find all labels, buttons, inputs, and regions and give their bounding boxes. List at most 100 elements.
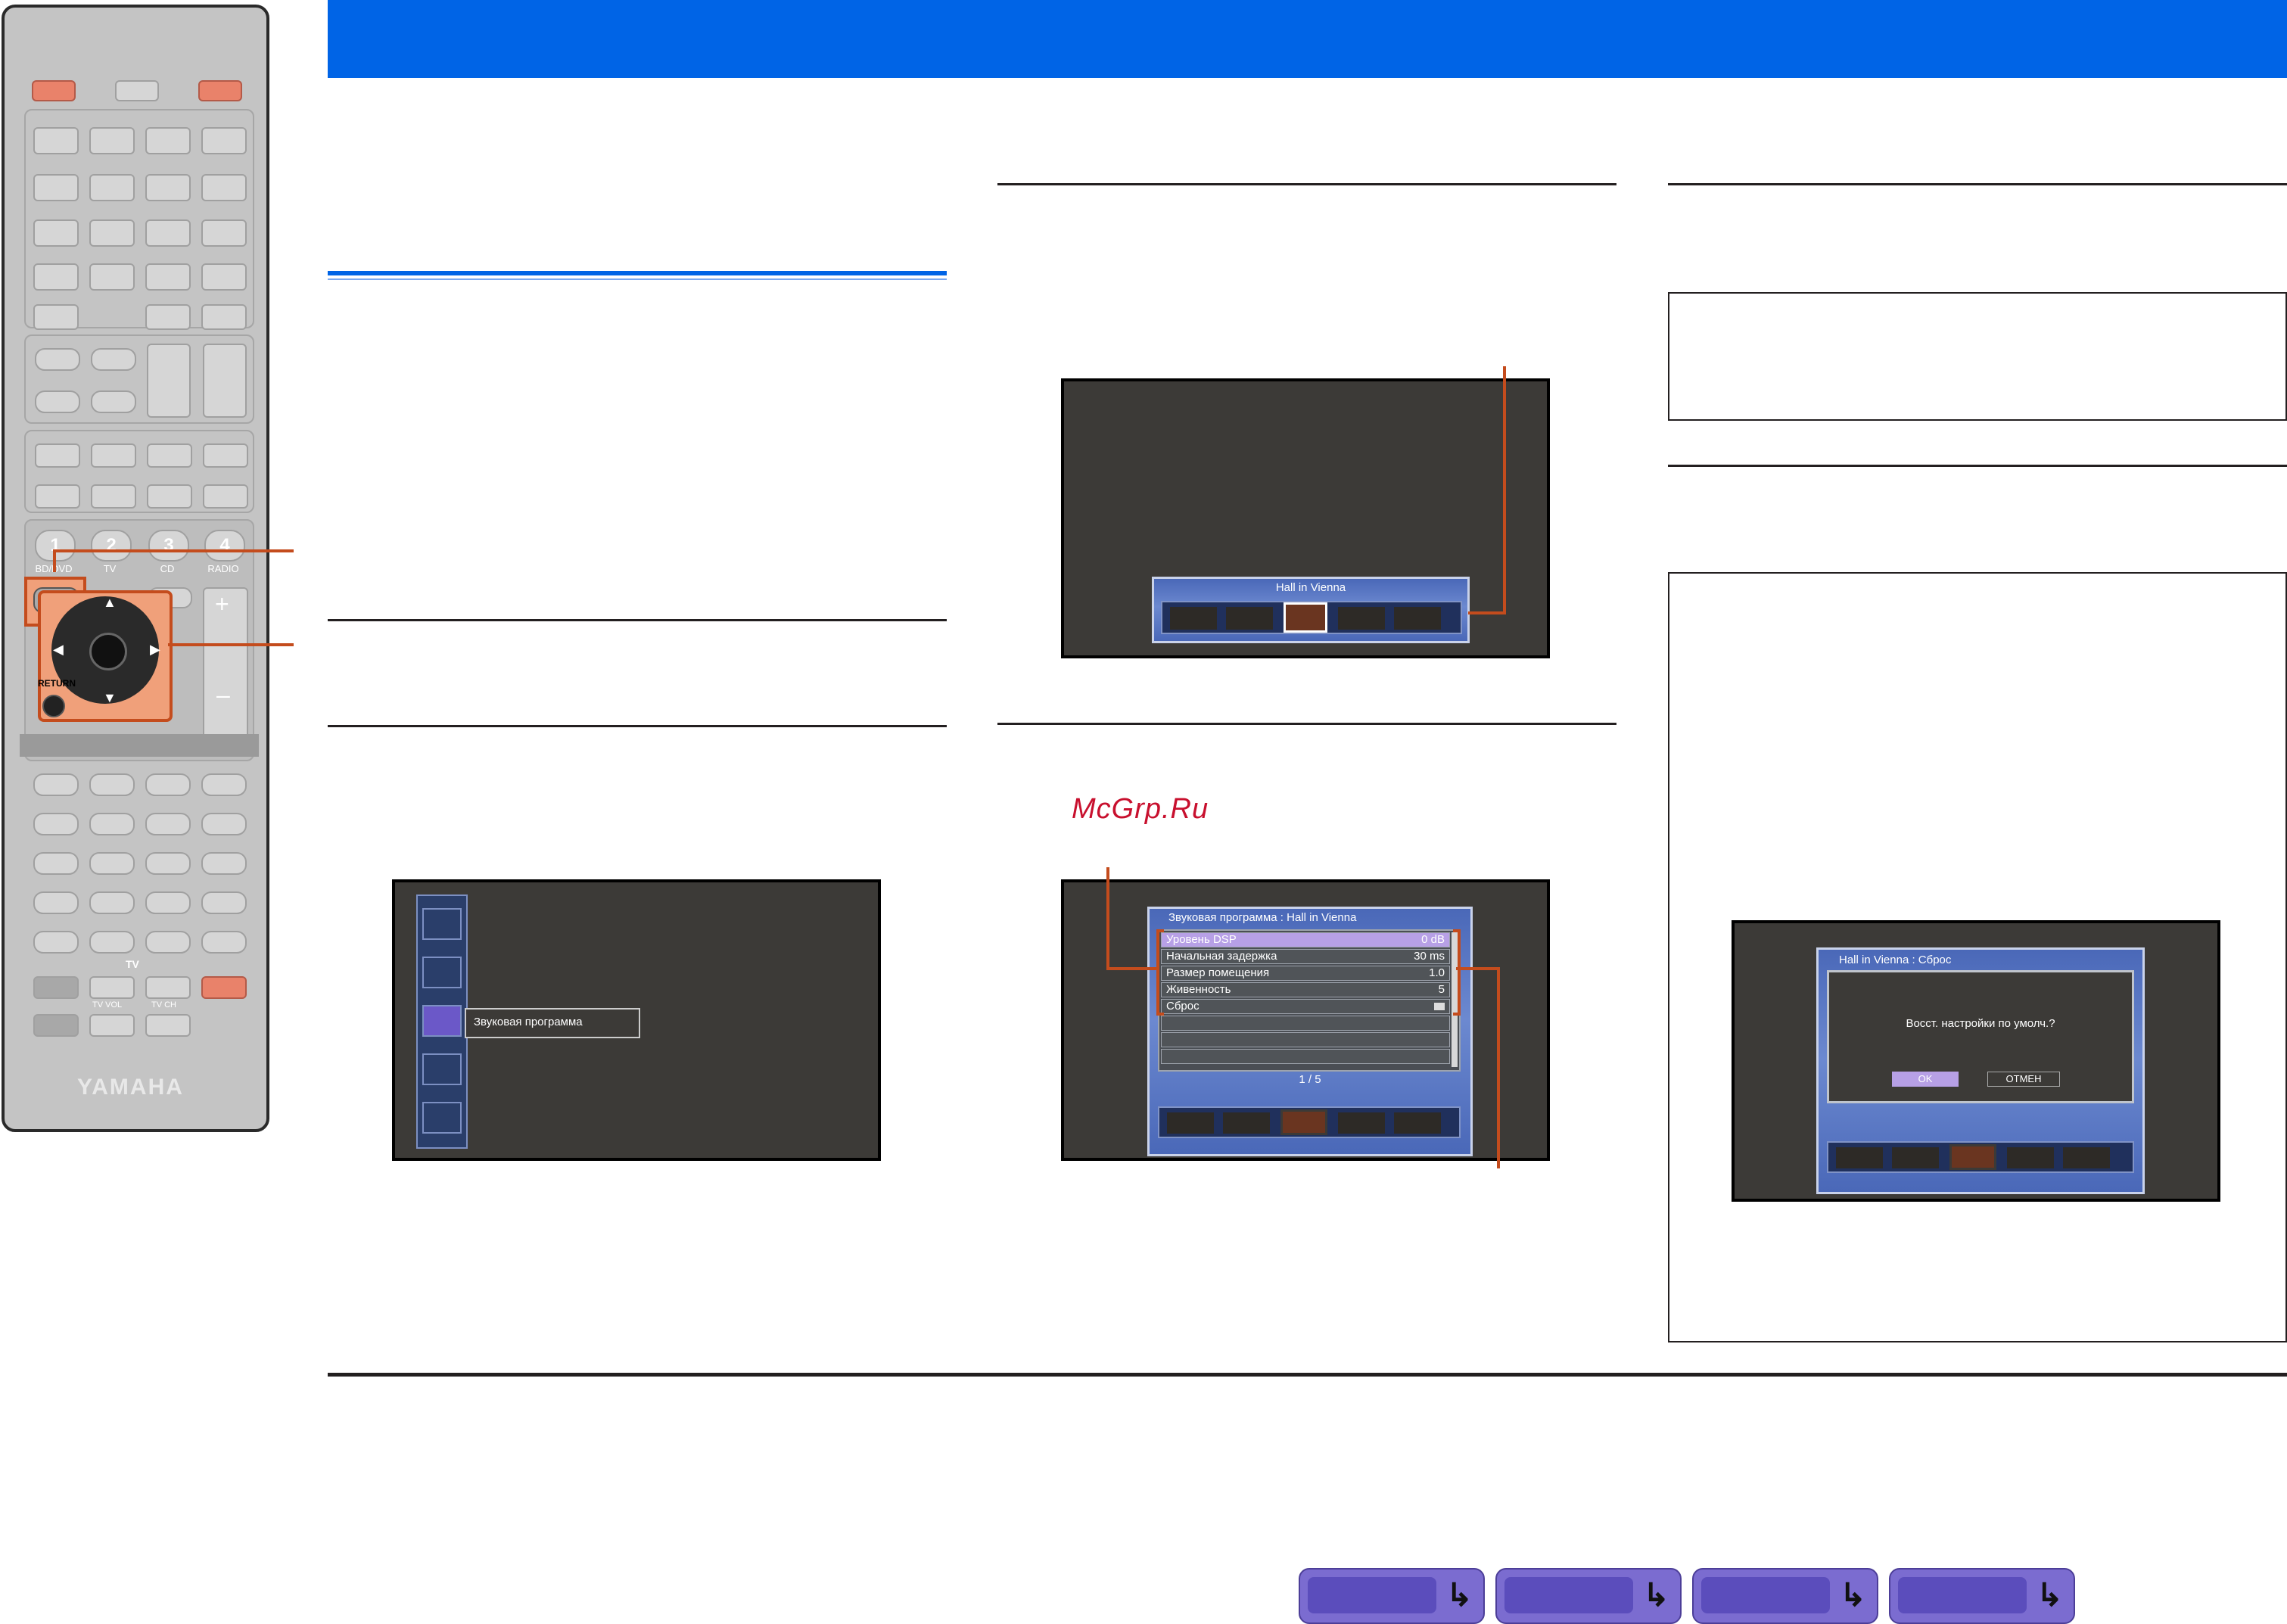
enter-button[interactable] xyxy=(89,633,127,670)
input-button[interactable] xyxy=(33,127,79,154)
function-button[interactable] xyxy=(33,852,79,875)
program-thumb[interactable] xyxy=(1394,1112,1441,1134)
program-thumb-selected[interactable] xyxy=(1280,1109,1327,1135)
power-button-left[interactable] xyxy=(32,80,76,101)
nav-connections-button[interactable]: ↳ xyxy=(1692,1568,1878,1624)
program-thumb[interactable] xyxy=(1394,607,1441,630)
return-button[interactable] xyxy=(42,695,65,717)
function-button[interactable] xyxy=(33,931,79,954)
input-button[interactable] xyxy=(201,304,247,330)
input-button[interactable] xyxy=(145,219,191,247)
input-button[interactable] xyxy=(89,127,135,154)
tv-input-button[interactable] xyxy=(33,976,79,999)
input-button[interactable] xyxy=(33,263,79,291)
rewind-button[interactable] xyxy=(33,813,79,835)
mode-button[interactable] xyxy=(35,348,80,371)
tv-mute-button[interactable] xyxy=(33,1014,79,1037)
tv-vol-up-button[interactable] xyxy=(89,976,135,999)
input-button[interactable] xyxy=(201,219,247,247)
program-thumb[interactable] xyxy=(1226,607,1273,630)
cursor-left-icon[interactable]: ◀ xyxy=(53,642,64,658)
menu-icon-input[interactable] xyxy=(422,908,462,940)
page-up-down-button[interactable] xyxy=(203,344,247,418)
tv-vol-down-button[interactable] xyxy=(89,1014,135,1037)
program-button[interactable] xyxy=(91,484,136,509)
power-button-right[interactable] xyxy=(198,80,242,101)
input-button[interactable] xyxy=(89,174,135,201)
function-button[interactable] xyxy=(145,891,191,914)
cursor-down-icon[interactable]: ▼ xyxy=(103,690,117,706)
program-button[interactable] xyxy=(203,484,248,509)
input-button[interactable] xyxy=(145,263,191,291)
function-button[interactable] xyxy=(89,931,135,954)
program-button[interactable] xyxy=(147,443,192,468)
menu-icon-setup[interactable] xyxy=(422,1102,462,1134)
menu-icon-tools[interactable] xyxy=(422,1053,462,1085)
scene-button-2[interactable]: 2 xyxy=(91,530,132,562)
param-row-initial-delay[interactable]: Начальная задержка 30 ms xyxy=(1161,949,1450,964)
program-thumb[interactable] xyxy=(1167,1112,1214,1134)
program-button[interactable] xyxy=(91,443,136,468)
preset-up-down-button[interactable] xyxy=(147,344,191,418)
tv-ch-up-button[interactable] xyxy=(145,976,191,999)
input-button[interactable] xyxy=(145,127,191,154)
play-button[interactable] xyxy=(201,773,247,796)
param-row-liveness[interactable]: Живенность 5 xyxy=(1161,982,1450,997)
param-row-reset[interactable]: Сброс xyxy=(1161,999,1450,1014)
input-button[interactable] xyxy=(33,174,79,201)
scene-button-4[interactable]: 4 xyxy=(204,530,245,562)
program-thumb-selected[interactable] xyxy=(1949,1144,1996,1170)
cancel-button[interactable]: ОТМЕН xyxy=(1987,1072,2060,1087)
program-thumb[interactable] xyxy=(1892,1147,1939,1168)
input-button[interactable] xyxy=(201,127,247,154)
menu-icon-speaker[interactable] xyxy=(422,957,462,988)
program-button[interactable] xyxy=(35,443,80,468)
function-button[interactable] xyxy=(33,891,79,914)
function-button[interactable] xyxy=(89,891,135,914)
function-button[interactable] xyxy=(201,852,247,875)
tv-ch-down-button[interactable] xyxy=(145,1014,191,1037)
source-button[interactable] xyxy=(115,80,159,101)
program-thumb[interactable] xyxy=(2007,1147,2054,1168)
mode-button[interactable] xyxy=(91,390,136,413)
function-button[interactable] xyxy=(201,931,247,954)
program-thumb[interactable] xyxy=(1338,1112,1385,1134)
mode-button[interactable] xyxy=(35,390,80,413)
function-button[interactable] xyxy=(201,891,247,914)
program-button[interactable] xyxy=(203,443,248,468)
function-button[interactable] xyxy=(145,852,191,875)
program-thumb[interactable] xyxy=(2063,1147,2110,1168)
fast-forward-button[interactable] xyxy=(89,813,135,835)
input-button[interactable] xyxy=(201,263,247,291)
input-button[interactable] xyxy=(201,174,247,201)
cursor-up-icon[interactable]: ▲ xyxy=(103,595,117,611)
mode-button[interactable] xyxy=(91,348,136,371)
stop-button[interactable] xyxy=(89,773,135,796)
param-row-room-size[interactable]: Размер помещения 1.0 xyxy=(1161,966,1450,981)
tv-power-button[interactable] xyxy=(201,976,247,999)
input-button[interactable] xyxy=(89,219,135,247)
cursor-right-icon[interactable]: ▶ xyxy=(150,642,160,658)
param-row-dsp-level[interactable]: Уровень DSP 0 dB xyxy=(1161,932,1450,947)
program-button[interactable] xyxy=(147,484,192,509)
program-thumb[interactable] xyxy=(1223,1112,1270,1134)
skip-forward-button[interactable] xyxy=(201,813,247,835)
ok-button[interactable]: OK xyxy=(1892,1072,1959,1087)
menu-icon-sound-program[interactable] xyxy=(422,1005,462,1037)
input-button[interactable] xyxy=(33,219,79,247)
program-thumb[interactable] xyxy=(1836,1147,1883,1168)
skip-back-button[interactable] xyxy=(145,813,191,835)
function-button[interactable] xyxy=(145,931,191,954)
input-button[interactable] xyxy=(145,174,191,201)
transport-button[interactable] xyxy=(33,773,79,796)
nav-rear-panel-button[interactable]: ↳ xyxy=(1495,1568,1682,1624)
program-thumb[interactable] xyxy=(1170,607,1217,630)
program-thumb-selected[interactable] xyxy=(1284,602,1327,633)
program-thumb[interactable] xyxy=(1338,607,1385,630)
nav-front-panel-button[interactable]: ↳ xyxy=(1299,1568,1485,1624)
pause-button[interactable] xyxy=(145,773,191,796)
scene-button-3[interactable]: 3 xyxy=(148,530,189,562)
input-button[interactable] xyxy=(89,263,135,291)
input-button[interactable] xyxy=(145,304,191,330)
nav-remote-button[interactable]: ↳ xyxy=(1889,1568,2075,1624)
